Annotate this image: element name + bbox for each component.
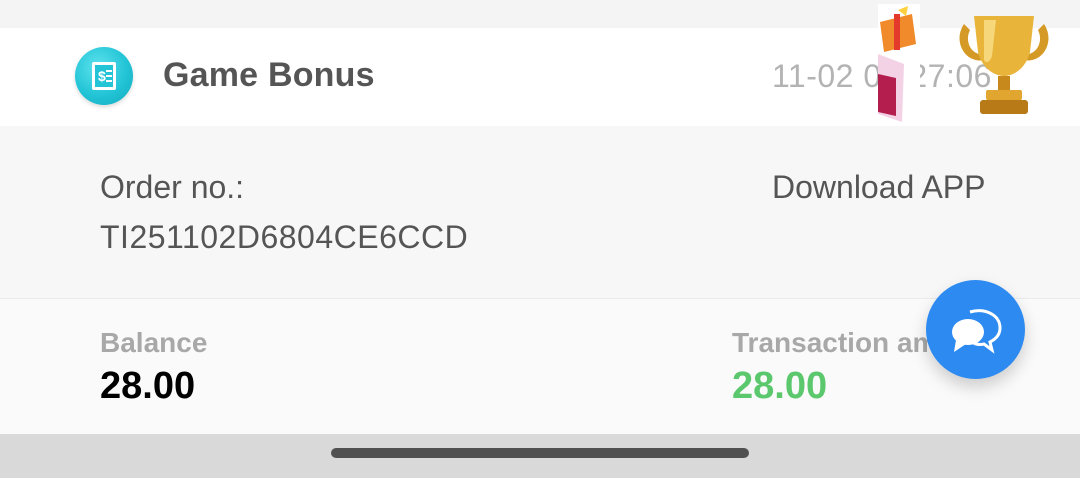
transaction-title: Game Bonus	[163, 56, 375, 94]
transaction-type: Download APP	[772, 169, 986, 205]
svg-text:$: $	[98, 68, 106, 84]
chat-support-button[interactable]	[926, 280, 1025, 379]
gift-icon[interactable]	[878, 4, 920, 124]
home-indicator[interactable]	[331, 448, 749, 458]
receipt-dollar-icon: $	[75, 47, 133, 105]
trophy-icon[interactable]	[956, 12, 1052, 120]
transaction-amount-value: 28.00	[732, 365, 828, 407]
balance-value: 28.00	[100, 365, 196, 407]
order-number-value: TI251102D6804CE6CCD	[100, 219, 469, 255]
order-details	[0, 126, 1080, 298]
transaction-amount-label: Transaction amount	[732, 327, 932, 358]
balance-label: Balance	[100, 327, 208, 358]
chat-bubbles-icon	[952, 309, 1002, 354]
order-number-label: Order no.:	[100, 169, 245, 205]
